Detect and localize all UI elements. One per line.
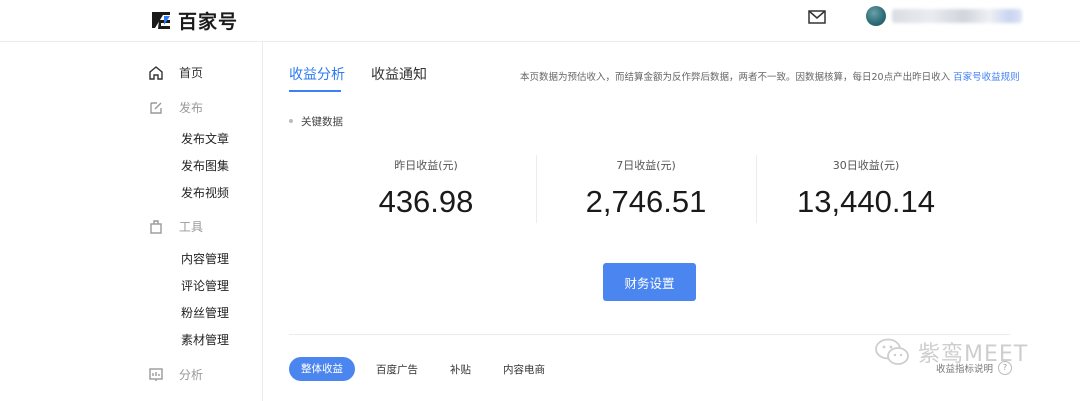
subtab-overall-revenue[interactable]: 整体收益 <box>289 357 355 381</box>
logo[interactable]: 百家号 <box>150 8 239 33</box>
home-icon <box>149 65 163 80</box>
sidebar-item-publish-gallery[interactable]: 发布图集 <box>181 157 229 174</box>
stat-yesterday-value: 436.98 <box>378 184 474 219</box>
section-bullet <box>289 119 293 123</box>
stat-7day-label: 7日收益(元) <box>616 159 676 172</box>
subtab-subsidy[interactable]: 补贴 <box>450 362 471 377</box>
stat-30day-value: 13,440.14 <box>797 184 935 219</box>
sidebar-group-publish[interactable]: 发布 <box>148 99 203 116</box>
analytics-icon <box>149 367 163 381</box>
tab-revenue-analysis[interactable]: 收益分析 <box>289 64 345 84</box>
sidebar-item-comment-manage[interactable]: 评论管理 <box>181 277 229 294</box>
notice-text: 本页数据为预估收入，而结算金额为反作弊后数据，两者不一致。因数据核算，每日20点… <box>520 69 1020 83</box>
sidebar-item-home[interactable]: 首页 <box>148 64 203 81</box>
sidebar-group-analytics[interactable]: 分析 <box>148 366 203 383</box>
watermark: 紫鸾MEET <box>874 336 1028 368</box>
sidebar-item-label: 首页 <box>179 66 204 80</box>
edit-icon <box>150 101 162 114</box>
sidebar-item-content-manage[interactable]: 内容管理 <box>181 250 229 267</box>
sidebar-item-material-manage[interactable]: 素材管理 <box>181 331 229 348</box>
sidebar-group-tools[interactable]: 工具 <box>148 218 203 235</box>
sidebar-item-publish-video[interactable]: 发布视频 <box>181 184 229 201</box>
section-divider <box>289 334 1010 335</box>
stat-7day-value: 2,746.51 <box>585 184 707 219</box>
stat-30day-label: 30日收益(元) <box>832 159 900 172</box>
section-title: 关键数据 <box>301 116 343 128</box>
finance-settings-button[interactable]: 财务设置 <box>603 263 696 301</box>
sidebar-item-publish-article[interactable]: 发布文章 <box>181 130 229 147</box>
sidebar-group-label: 工具 <box>179 220 204 234</box>
baijiahao-logo-icon <box>152 12 170 29</box>
sidebar-item-fans-manage[interactable]: 粉丝管理 <box>181 304 229 321</box>
watermark-text: 紫鸾MEET <box>918 342 1029 367</box>
revenue-rules-link[interactable]: 百家号收益规则 <box>953 72 1020 83</box>
notice-body: 本页数据为预估收入，而结算金额为反作弊后数据，两者不一致。因数据核算，每日20点… <box>520 72 951 83</box>
subtab-content-ecommerce[interactable]: 内容电商 <box>503 362 545 377</box>
logo-text: 百家号 <box>178 10 239 33</box>
top-header: 百家号 <box>0 0 1080 42</box>
stat-yesterday-label: 昨日收益(元) <box>394 159 458 172</box>
avatar[interactable] <box>866 6 886 26</box>
wechat-icon <box>875 338 909 365</box>
tab-revenue-notice[interactable]: 收益通知 <box>371 64 427 84</box>
sidebar-group-label: 发布 <box>179 101 204 115</box>
toolbox-icon <box>150 219 162 234</box>
user-name-blurred[interactable] <box>892 9 1022 23</box>
active-tab-underline <box>289 90 341 92</box>
mail-icon[interactable] <box>808 10 826 24</box>
subtab-baidu-ads[interactable]: 百度广告 <box>376 362 418 377</box>
sidebar-group-label: 分析 <box>179 368 204 382</box>
